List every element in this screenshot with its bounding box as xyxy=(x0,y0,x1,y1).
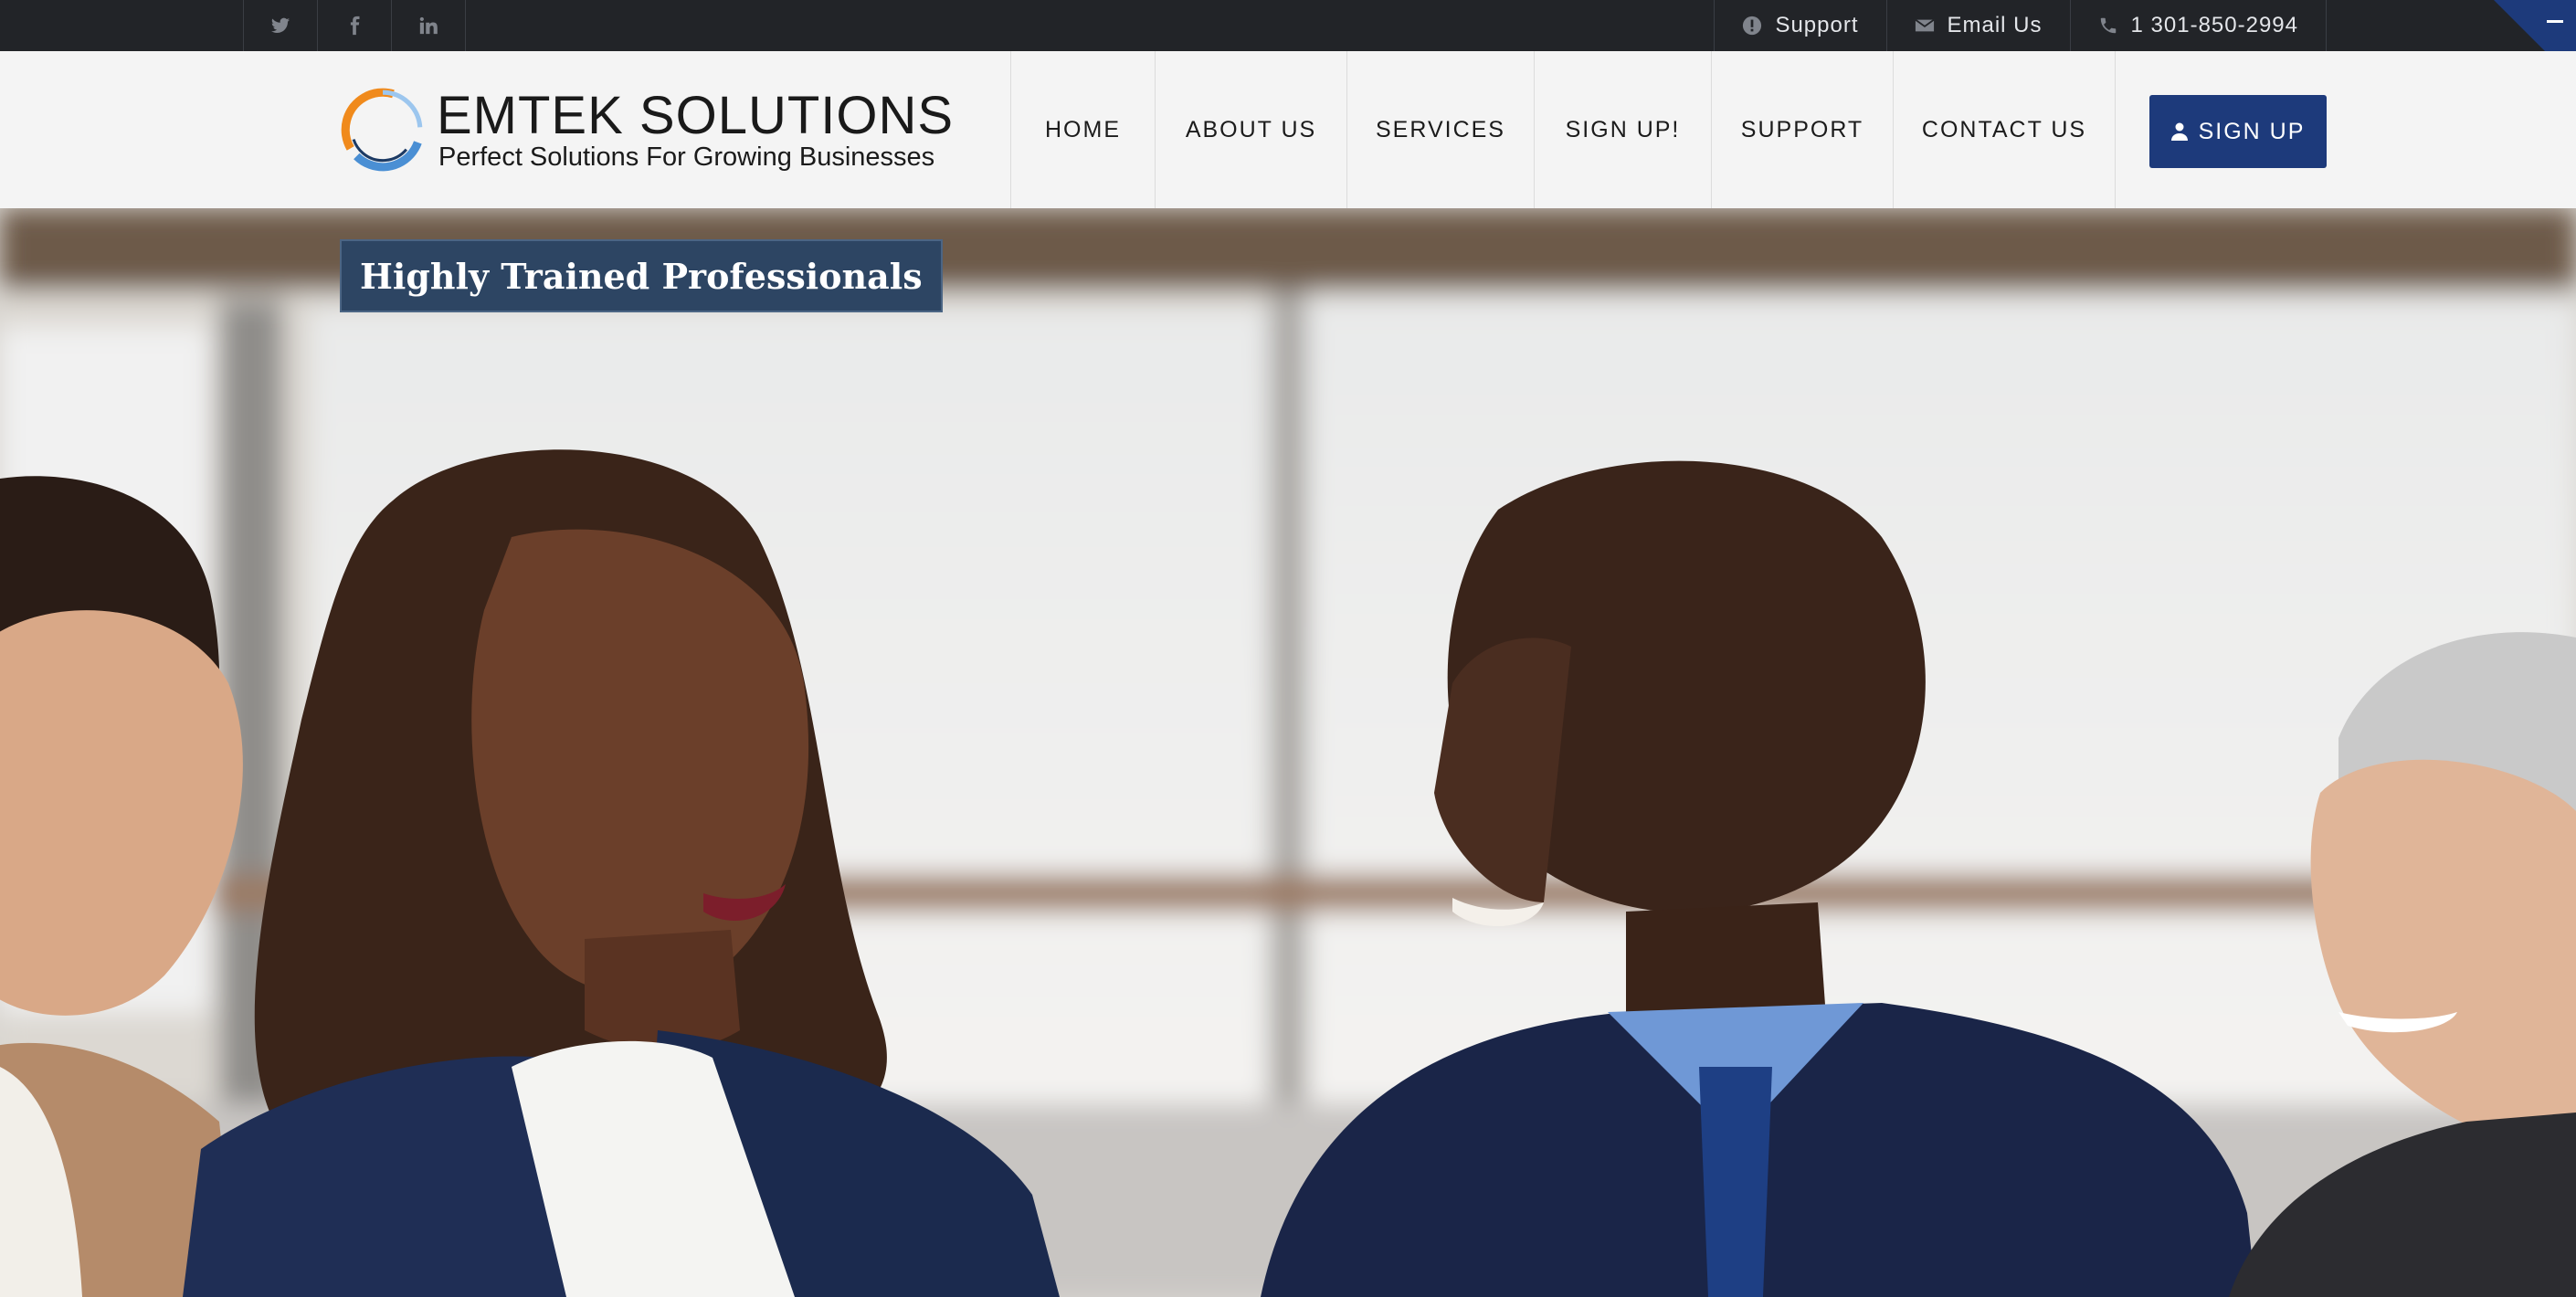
twitter-icon xyxy=(270,17,290,33)
minus-icon xyxy=(2547,20,2563,23)
support-label: Support xyxy=(1775,13,1859,37)
top-utility-bar: Support Email Us 1 301-850-2994 xyxy=(0,0,2576,82)
envelope-icon xyxy=(1914,18,1935,32)
site-logo[interactable]: EMTEK SOLUTIONS Perfect Solutions For Gr… xyxy=(334,77,954,183)
twitter-link[interactable] xyxy=(244,0,318,51)
site-header: EMTEK SOLUTIONS Perfect Solutions For Gr… xyxy=(0,51,2576,208)
logo-title: EMTEK SOLUTIONS xyxy=(437,86,955,145)
support-link[interactable]: Support xyxy=(1715,0,1887,51)
nav-about-us[interactable]: ABOUT US xyxy=(1156,51,1347,208)
social-links xyxy=(243,0,466,51)
facebook-icon xyxy=(350,16,360,36)
nav-sign-up[interactable]: SIGN UP! xyxy=(1535,51,1712,208)
nav-home[interactable]: HOME xyxy=(1011,51,1156,208)
main-nav: HOME ABOUT US SERVICES SIGN UP! SUPPORT … xyxy=(1010,51,2116,208)
hero-image xyxy=(0,208,2576,1297)
email-label: Email Us xyxy=(1947,13,2043,37)
nav-support[interactable]: SUPPORT xyxy=(1712,51,1894,208)
user-icon xyxy=(2170,122,2188,141)
linkedin-icon xyxy=(419,16,438,35)
nav-contact-us[interactable]: CONTACT US xyxy=(1894,51,2116,208)
email-link[interactable]: Email Us xyxy=(1887,0,2071,51)
contact-links: Support Email Us 1 301-850-2994 xyxy=(1714,0,2327,51)
linkedin-link[interactable] xyxy=(392,0,466,51)
logo-tagline: Perfect Solutions For Growing Businesses xyxy=(438,142,935,172)
facebook-link[interactable] xyxy=(318,0,392,51)
info-circle-icon xyxy=(1743,16,1762,36)
hero-caption: Highly Trained Professionals xyxy=(340,239,943,312)
nav-services[interactable]: SERVICES xyxy=(1347,51,1535,208)
sign-up-button[interactable]: SIGN UP xyxy=(2149,95,2327,168)
phone-label: 1 301-850-2994 xyxy=(2130,13,2298,37)
sign-up-label: SIGN UP xyxy=(2198,118,2306,144)
phone-link[interactable]: 1 301-850-2994 xyxy=(2071,0,2327,51)
hero-banner: Highly Trained Professionals xyxy=(0,208,2576,1297)
phone-icon xyxy=(2100,17,2116,34)
logo-ring-icon xyxy=(341,88,425,172)
